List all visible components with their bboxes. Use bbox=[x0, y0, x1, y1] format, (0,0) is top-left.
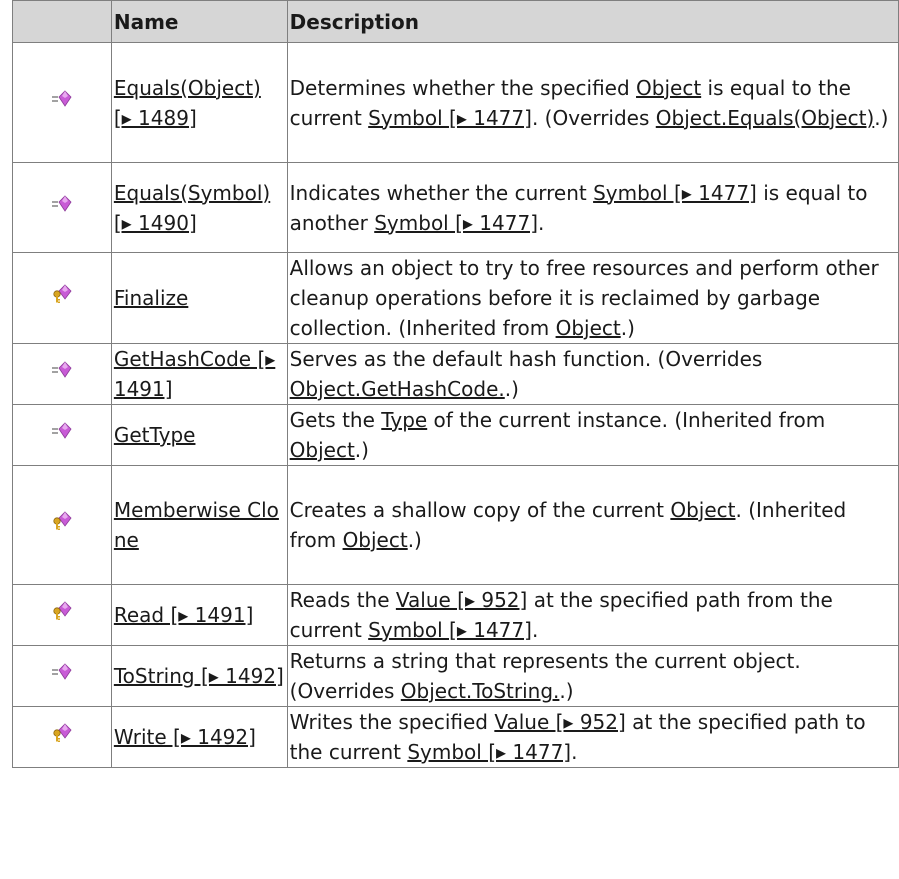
methods-table: Name Description Equals(Object) [▸ 1489]… bbox=[12, 0, 899, 768]
description-text: Indicates whether the current bbox=[289, 180, 594, 205]
protected-method-icon bbox=[50, 510, 74, 532]
table-row: Read [▸ 1491] Reads the Value [▸ 952] at … bbox=[12, 584, 899, 646]
member-name-cell: GetHashCode [▸ 1491] bbox=[110, 343, 288, 405]
member-icon-cell bbox=[12, 706, 112, 768]
member-name-link[interactable]: Equals(Symbol) [▸ 1490] bbox=[114, 181, 270, 235]
member-description-cell: Allows an object to try to free resource… bbox=[286, 252, 899, 344]
member-description-cell: Returns a string that represents the cur… bbox=[286, 645, 899, 707]
description-link[interactable]: Object.ToString. bbox=[401, 679, 560, 703]
member-name-link[interactable]: Finalize bbox=[114, 286, 188, 310]
member-description-cell: Gets the Type of the current instance. (… bbox=[286, 404, 899, 466]
public-method-icon bbox=[50, 88, 74, 110]
member-name-cell: GetType bbox=[110, 404, 288, 466]
public-method-icon bbox=[50, 193, 74, 215]
description-text: . bbox=[538, 210, 545, 235]
member-description-cell: Reads the Value [▸ 952] at the specified… bbox=[286, 584, 899, 646]
description-link[interactable]: Symbol [▸ 1477] bbox=[407, 740, 571, 764]
table-row: ToString [▸ 1492] Returns a string that r… bbox=[12, 645, 899, 707]
header-description: Description bbox=[286, 0, 899, 43]
description-link[interactable]: Type bbox=[381, 408, 427, 432]
description-link[interactable]: Object bbox=[636, 76, 701, 100]
description-link[interactable]: Object.Equals(Object) bbox=[656, 106, 874, 130]
description-text: . (Overrides bbox=[531, 105, 656, 130]
description-link[interactable]: Symbol [▸ 1477] bbox=[368, 106, 532, 130]
description-text: . bbox=[571, 740, 578, 764]
header-name: Name bbox=[110, 0, 288, 43]
member-name-cell: Memberwise Clone bbox=[110, 465, 288, 585]
public-method-icon bbox=[50, 359, 74, 381]
member-description-cell: Creates a shallow copy of the current Ob… bbox=[286, 465, 899, 585]
member-name-link[interactable]: GetType bbox=[114, 423, 196, 447]
member-icon-cell bbox=[12, 42, 112, 163]
protected-method-icon bbox=[50, 600, 74, 622]
table-row: Finalize Allows an object to try to free … bbox=[12, 252, 899, 344]
description-text: .) bbox=[407, 528, 422, 552]
member-name-cell: ToString [▸ 1492] bbox=[110, 645, 288, 707]
description-text: .) bbox=[354, 438, 369, 462]
member-icon-cell bbox=[12, 584, 112, 646]
description-link[interactable]: Symbol [▸ 1477] bbox=[374, 211, 538, 235]
table-row: GetHashCode [▸ 1491] Serves as the defaul… bbox=[12, 343, 899, 405]
header-icon-column bbox=[12, 0, 112, 43]
member-name-cell: Read [▸ 1491] bbox=[110, 584, 288, 646]
description-text: .) bbox=[504, 377, 519, 401]
description-text: of the current instance. (Inherited from bbox=[427, 408, 826, 432]
public-method-icon bbox=[50, 661, 74, 683]
public-method-icon bbox=[50, 420, 74, 442]
description-text: .) bbox=[559, 679, 574, 703]
description-link[interactable]: Object bbox=[290, 438, 355, 462]
description-text: .) bbox=[620, 316, 635, 340]
member-name-link[interactable]: GetHashCode [▸ 1491] bbox=[114, 347, 275, 401]
member-description-cell: Indicates whether the current Symbol [▸ … bbox=[286, 162, 899, 253]
description-link[interactable]: Object bbox=[343, 528, 408, 552]
table-row: Write [▸ 1492] Writes the specified Value… bbox=[12, 706, 899, 768]
description-link[interactable]: Symbol [▸ 1477] bbox=[368, 618, 532, 642]
table-row: Equals(Symbol) [▸ 1490] Indicates whether… bbox=[12, 162, 899, 253]
protected-method-icon bbox=[50, 283, 74, 305]
description-text: Writes the specified bbox=[289, 710, 495, 734]
member-icon-cell bbox=[12, 645, 112, 707]
member-icon-cell bbox=[12, 162, 112, 253]
protected-method-icon bbox=[50, 722, 74, 744]
member-name-link[interactable]: Memberwise Clone bbox=[114, 498, 279, 552]
description-link[interactable]: Object bbox=[670, 498, 735, 522]
description-text: Gets the bbox=[289, 408, 382, 432]
table-row: Equals(Object) [▸ 1489] Determines whethe… bbox=[12, 42, 899, 163]
member-description-cell: Determines whether the specified Object … bbox=[286, 42, 899, 163]
member-icon-cell bbox=[12, 343, 112, 405]
member-description-cell: Serves as the default hash function. (Ov… bbox=[286, 343, 899, 405]
description-link[interactable]: Object bbox=[556, 316, 621, 340]
member-icon-cell bbox=[12, 465, 112, 585]
member-name-link[interactable]: ToString [▸ 1492] bbox=[114, 664, 284, 688]
description-text: Serves as the default hash function. (Ov… bbox=[289, 347, 763, 371]
member-name-link[interactable]: Read [▸ 1491] bbox=[114, 603, 254, 627]
member-icon-cell bbox=[12, 404, 112, 466]
member-name-cell: Equals(Symbol) [▸ 1490] bbox=[110, 162, 288, 253]
member-name-cell: Finalize bbox=[110, 252, 288, 344]
member-icon-cell bbox=[12, 252, 112, 344]
member-name-link[interactable]: Equals(Object) [▸ 1489] bbox=[114, 76, 261, 130]
description-text: Reads the bbox=[289, 588, 396, 612]
member-name-link[interactable]: Write [▸ 1492] bbox=[114, 725, 256, 749]
description-text: .) bbox=[874, 105, 889, 130]
description-link[interactable]: Value [▸ 952] bbox=[396, 588, 527, 612]
description-text: Determines whether the specified bbox=[289, 75, 637, 100]
description-text: . bbox=[531, 618, 539, 642]
description-text: Creates a shallow copy of the current bbox=[289, 498, 671, 522]
member-name-cell: Equals(Object) [▸ 1489] bbox=[110, 42, 288, 163]
table-row: GetType Gets the Type of the current inst… bbox=[12, 404, 899, 466]
description-link[interactable]: Value [▸ 952] bbox=[494, 710, 625, 734]
member-description-cell: Writes the specified Value [▸ 952] at th… bbox=[286, 706, 899, 768]
description-link[interactable]: Symbol [▸ 1477] bbox=[593, 181, 757, 205]
member-name-cell: Write [▸ 1492] bbox=[110, 706, 288, 768]
table-row: Memberwise Clone Creates a shallow copy o… bbox=[12, 465, 899, 585]
table-header-row: Name Description bbox=[12, 0, 899, 43]
description-link[interactable]: Object.GetHashCode. bbox=[290, 377, 505, 401]
